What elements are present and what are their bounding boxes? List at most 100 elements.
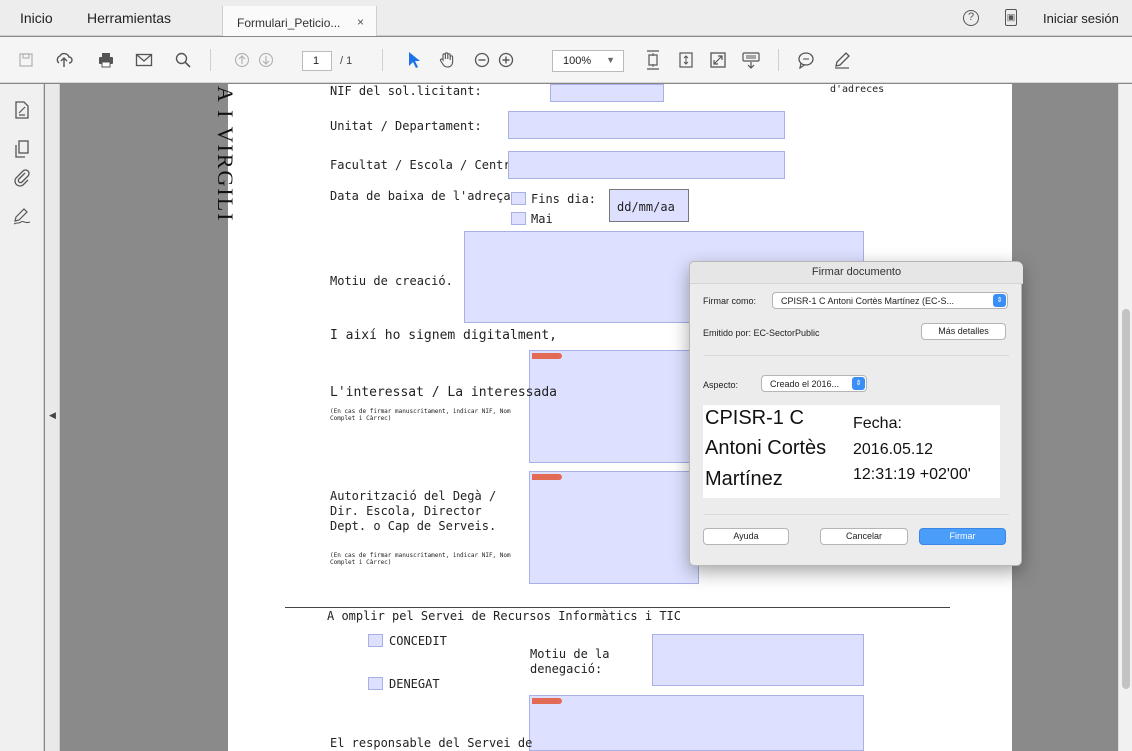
fins-dia-checkbox[interactable] (511, 192, 526, 205)
mai-label: Mai (531, 212, 553, 226)
panel-toggle-handle[interactable]: ◀ (45, 84, 60, 751)
vertical-scrollbar[interactable] (1118, 84, 1132, 751)
scrollbar-thumb[interactable] (1122, 309, 1130, 689)
scroll-icon[interactable] (676, 50, 696, 70)
sign-in-link[interactable]: Iniciar sesión (1043, 11, 1119, 26)
preview-name-line-3: Martínez (705, 468, 783, 490)
autoritzacio-label: Autorització del Degà / Dir. Escola, Dir… (330, 489, 497, 533)
date-field-value: dd/mm/aa (617, 200, 675, 214)
hand-icon[interactable] (437, 50, 457, 70)
denegat-label: DENEGAT (389, 677, 440, 691)
concedit-label: CONCEDIT (389, 634, 447, 648)
print-icon[interactable] (96, 50, 116, 70)
mail-icon[interactable] (134, 50, 154, 70)
address-fragment: d'adreces (830, 84, 885, 95)
sign-as-value: CPISR-1 C Antoni Cortès Martínez (EC-S..… (781, 296, 955, 306)
sign-as-label: Firmar como: (703, 296, 757, 306)
page-up-icon[interactable] (232, 50, 252, 70)
fit-page-icon[interactable] (643, 50, 663, 70)
section-title: A omplir pel Servei de Recursos Informàt… (327, 609, 682, 623)
faculty-label: Facultat / Escola / Centre: (330, 158, 526, 172)
select-stepper-icon: ⇕ (852, 377, 865, 390)
chevron-down-icon: ▼ (606, 55, 615, 65)
interessat-label: L'interessat / La interessada (330, 385, 557, 400)
zoom-out-icon[interactable] (472, 50, 492, 70)
interessat-note: (En cas de firmar manuscritament, indica… (330, 408, 511, 422)
keyboard-icon[interactable] (741, 50, 761, 70)
select-icon[interactable] (404, 50, 424, 70)
faculty-field[interactable] (508, 151, 785, 179)
issued-by-text: Emitido por: EC-SectorPublic (703, 328, 820, 338)
aspect-value: Creado el 2016... (770, 379, 840, 389)
toolbar-divider (382, 49, 383, 71)
date-label: Data de baixa de l'adreça: (330, 189, 518, 203)
motiu-denegacio-label: Motiu de la denegació: (530, 647, 610, 676)
close-tab-icon[interactable]: × (357, 15, 364, 29)
page-number-input[interactable]: 1 (302, 51, 332, 71)
document-tab[interactable]: Formulari_Peticio... × (222, 6, 377, 36)
unit-label: Unitat / Departament: (330, 119, 482, 133)
signature-tag-icon (532, 474, 562, 480)
left-tools-rail (0, 84, 44, 751)
copy-pages-icon[interactable] (12, 139, 32, 159)
sign-button[interactable]: Firmar (919, 528, 1006, 545)
zoom-in-icon[interactable] (496, 50, 516, 70)
cancel-button[interactable]: Cancelar (820, 528, 908, 545)
page-down-icon[interactable] (256, 50, 276, 70)
interessat-signature-field[interactable] (529, 350, 699, 463)
mobile-icon[interactable]: ▣ (1005, 9, 1017, 26)
more-details-button[interactable]: Más detalles (921, 323, 1006, 340)
denegat-checkbox[interactable] (368, 677, 383, 690)
document-tab-label: Formulari_Peticio... (237, 16, 341, 30)
mai-checkbox[interactable] (511, 212, 526, 225)
responsable-label: El responsable del Servei de (330, 736, 533, 750)
toolbar-divider (778, 49, 779, 71)
nif-label: NIF del sol.licitant: (330, 84, 482, 98)
sign-icon[interactable] (12, 206, 32, 226)
upload-icon[interactable] (54, 50, 74, 70)
top-tab-bar: Inicio Herramientas Formulari_Peticio...… (0, 0, 1132, 36)
search-icon[interactable] (173, 50, 193, 70)
save-icon[interactable] (16, 50, 36, 70)
motiu-denegacio-field[interactable] (652, 634, 864, 686)
tab-tools[interactable]: Herramientas (87, 10, 171, 26)
select-stepper-icon: ⇕ (993, 294, 1006, 307)
sign-document-dialog: Firmar documento Firmar como: CPISR-1 C … (689, 261, 1023, 566)
nif-field[interactable] (550, 84, 664, 102)
attachment-icon[interactable] (12, 168, 32, 188)
aspect-select[interactable]: Creado el 2016... ⇕ (761, 375, 867, 392)
sign-as-select[interactable]: CPISR-1 C Antoni Cortès Martínez (EC-S..… (772, 292, 1008, 309)
preview-name-line-2: Antoni Cortès (705, 437, 827, 459)
page-total: / 1 (340, 55, 353, 67)
signature-tag-icon (532, 698, 562, 704)
responsable-signature-field[interactable] (529, 695, 864, 751)
help-icon[interactable]: ? (963, 10, 979, 26)
signature-preview: CPISR-1 C Antoni Cortès Martínez Fecha: … (703, 405, 1000, 498)
aspect-label: Aspecto: (703, 380, 739, 390)
motiu-label: Motiu de creació. (330, 274, 453, 288)
pen-icon[interactable] (832, 50, 852, 70)
zoom-value: 100% (563, 55, 592, 67)
autoritzacio-signature-field[interactable] (529, 471, 699, 584)
dialog-divider (704, 355, 1009, 356)
comment-icon[interactable] (796, 50, 816, 70)
vertical-title: A I VIRGILI (213, 86, 238, 223)
help-button[interactable]: Ayuda (703, 528, 789, 545)
fins-dia-label: Fins dia: (531, 192, 597, 206)
dialog-title: Firmar documento (690, 262, 1023, 284)
concedit-checkbox[interactable] (368, 634, 383, 647)
preview-date-label: Fecha: (853, 415, 902, 432)
unit-field[interactable] (508, 111, 785, 139)
section-divider (285, 607, 950, 608)
chevron-left-icon: ◀ (49, 410, 56, 420)
preview-time: 12:31:19 +02'00' (853, 466, 971, 483)
fill-sign-icon[interactable] (12, 100, 32, 120)
dialog-divider (704, 514, 1009, 515)
date-field[interactable]: dd/mm/aa (609, 189, 689, 222)
sign-statement: I així ho signem digitalment, (330, 328, 557, 343)
tab-home[interactable]: Inicio (20, 10, 53, 26)
zoom-select[interactable]: 100% ▼ (552, 50, 624, 72)
preview-date: 2016.05.12 (853, 441, 934, 458)
fullscreen-icon[interactable] (708, 50, 728, 70)
toolbar: 1 / 1 100% ▼ (0, 37, 1132, 83)
